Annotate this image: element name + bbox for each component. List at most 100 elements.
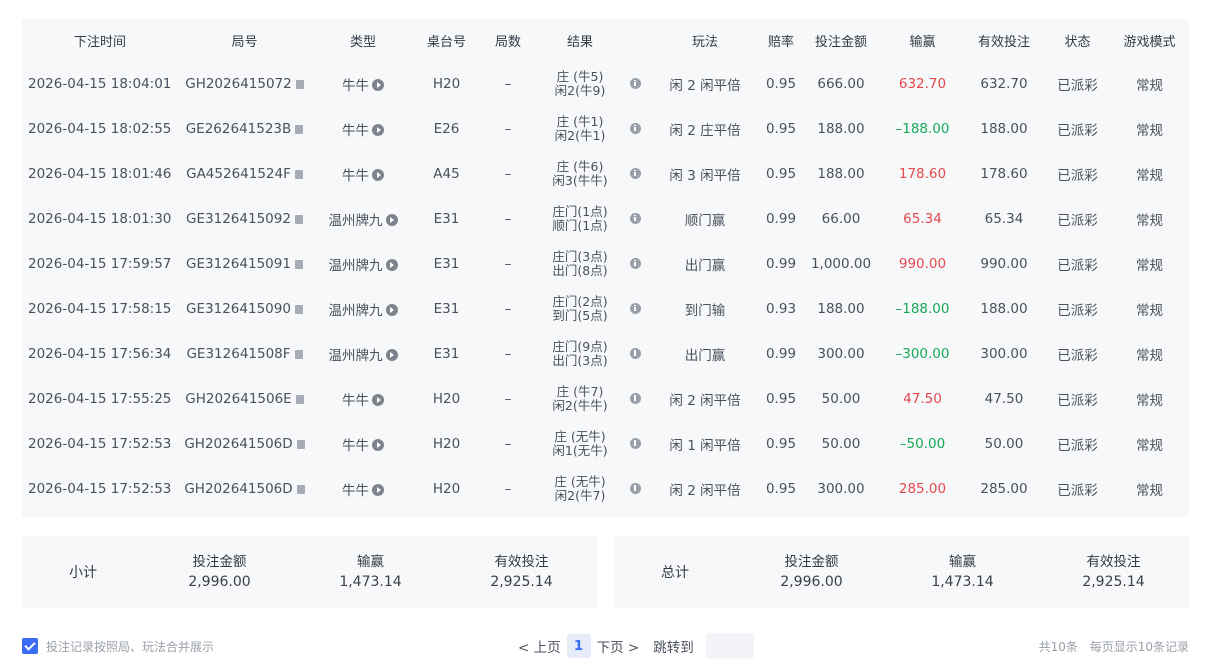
status-cell: 已派彩 <box>1057 303 1098 320</box>
col-header-play: 玩法 <box>691 34 718 50</box>
play-icon[interactable] <box>372 168 384 181</box>
round-id-cell: GA452641524F <box>178 151 311 196</box>
bet-time-cell: 2026-04-15 17:52:53 <box>28 481 172 498</box>
result-banker: 庄门(9点) <box>552 339 608 355</box>
play-icon[interactable] <box>385 258 398 271</box>
total-panel: 总计 投注金额 2,996.00 输赢 1,473.14 有效投注 2,925.… <box>614 536 1189 608</box>
bet-time-cell: 2026-04-15 17:52:53 <box>28 436 172 453</box>
result-cell: 庄 (无牛) 闲1(无牛) <box>538 422 622 467</box>
win-loss-cell: 285.00 <box>898 481 947 498</box>
round-count-cell: – <box>504 75 512 92</box>
round-count-cell: – <box>504 165 512 182</box>
play-icon[interactable] <box>372 394 384 407</box>
play-icon[interactable] <box>372 123 384 136</box>
copy-icon[interactable] <box>295 124 304 134</box>
type-cell: 牛牛 <box>311 106 415 151</box>
merge-checkbox-checked-icon[interactable] <box>22 638 38 654</box>
status-cell: 已派彩 <box>1057 483 1098 500</box>
bet-amount-cell: 50.00 <box>821 391 861 408</box>
bet-amount-cell: 666.00 <box>817 75 865 92</box>
status-cell: 已派彩 <box>1057 348 1098 365</box>
page-number-current[interactable]: 1 <box>566 634 591 658</box>
bet-time-cell: 2026-04-15 18:04:01 <box>28 75 172 92</box>
round-count-cell: – <box>504 436 512 453</box>
result-cell: 庄 (牛5) 闲2(牛9) <box>538 61 622 106</box>
round-count-cell: – <box>504 481 512 498</box>
round-id-cell: GE3126415090 <box>178 286 311 331</box>
info-cell <box>622 286 648 331</box>
game-mode-cell: 常规 <box>1136 257 1163 274</box>
play-icon[interactable] <box>372 484 384 497</box>
info-icon[interactable] <box>629 483 641 495</box>
round-id-cell: GE3126415092 <box>178 196 311 241</box>
play-icon[interactable] <box>385 213 398 226</box>
info-icon[interactable] <box>629 348 641 360</box>
subtotal-win-label: 输赢 <box>357 554 384 570</box>
copy-icon[interactable] <box>294 305 303 315</box>
info-icon[interactable] <box>629 122 641 134</box>
total-win-value: 1,473.14 <box>931 574 994 590</box>
jump-page-input[interactable] <box>705 633 754 659</box>
merge-label[interactable]: 投注记录按照局、玩法合并展示 <box>46 638 214 655</box>
copy-icon[interactable] <box>294 350 303 360</box>
col-header-table-no: 桌台号 <box>426 34 466 50</box>
copy-icon[interactable] <box>294 259 303 269</box>
copy-icon[interactable] <box>296 485 305 495</box>
total-bet-label: 投注金额 <box>784 554 839 570</box>
result-cell: 庄 (牛7) 闲2(牛牛) <box>538 377 622 422</box>
total-records: 共10条 <box>1038 640 1078 654</box>
copy-icon[interactable] <box>294 214 303 224</box>
bet-time-cell: 2026-04-15 17:58:15 <box>28 301 172 318</box>
total-title: 总计 <box>661 565 689 581</box>
copy-icon[interactable] <box>295 79 304 89</box>
table-row: 2026-04-15 18:02:55 GE262641523B 牛牛 E26 – 庄 (… <box>22 106 1189 151</box>
info-icon[interactable] <box>629 393 641 405</box>
play-cell: 顺门赢 <box>684 212 726 229</box>
bet-amount-cell: 50.00 <box>821 436 861 453</box>
play-icon[interactable] <box>385 304 398 317</box>
result-banker: 庄门(2点) <box>552 294 608 310</box>
result-cell: 庄 (牛6) 闲3(牛牛) <box>538 151 622 196</box>
result-cell: 庄门(1点) 顺门(1点) <box>538 196 622 241</box>
subtotal-valid-label: 有效投注 <box>494 554 549 570</box>
game-mode-cell: 常规 <box>1136 122 1163 139</box>
copy-icon[interactable] <box>294 169 303 179</box>
prev-page-button[interactable]: < 上页 <box>518 636 561 656</box>
info-icon[interactable] <box>629 77 641 89</box>
subtotal-valid-value: 2,925.14 <box>490 574 553 590</box>
round-id: GE262641523B <box>185 120 292 137</box>
info-icon[interactable] <box>629 303 641 315</box>
table-row: 2026-04-15 17:52:53 GH202641506D 牛牛 H20 – 庄 (… <box>22 467 1189 512</box>
copy-icon[interactable] <box>296 440 305 450</box>
valid-bet-cell: 65.34 <box>984 210 1024 227</box>
info-icon[interactable] <box>629 257 641 269</box>
type-cell: 牛牛 <box>311 422 415 467</box>
round-id: GE3126415090 <box>186 301 291 318</box>
round-id: GA452641524F <box>186 165 291 182</box>
next-page-button[interactable]: 下页 > <box>597 636 640 656</box>
result-cell: 庄门(3点) 出门(8点) <box>538 241 622 286</box>
bet-time-cell: 2026-04-15 18:02:55 <box>28 120 172 137</box>
col-header-info <box>622 19 648 61</box>
status-cell: 已派彩 <box>1057 167 1098 184</box>
game-mode-cell: 常规 <box>1136 303 1163 320</box>
odds-cell: 0.99 <box>765 210 797 227</box>
play-icon[interactable] <box>385 349 398 362</box>
round-id: GH202641506E <box>185 391 292 408</box>
total-valid: 有效投注 2,925.14 <box>1038 552 1189 592</box>
round-id-cell: GE3126415091 <box>178 241 311 286</box>
info-icon[interactable] <box>629 167 641 179</box>
result-banker: 庄门(3点) <box>552 248 608 264</box>
status-cell: 已派彩 <box>1057 122 1098 139</box>
round-id-cell: GH202641506D <box>178 467 311 512</box>
play-icon[interactable] <box>372 439 384 452</box>
table-no-cell: H20 <box>432 436 461 453</box>
type-cell: 温州牌九 <box>311 286 415 331</box>
result-player: 闲3(牛牛) <box>552 172 608 188</box>
info-icon[interactable] <box>629 438 641 450</box>
round-count-cell: – <box>504 210 512 227</box>
play-icon[interactable] <box>372 78 384 91</box>
round-id: GH2026415072 <box>185 75 292 92</box>
info-icon[interactable] <box>629 212 641 224</box>
copy-icon[interactable] <box>295 395 304 405</box>
